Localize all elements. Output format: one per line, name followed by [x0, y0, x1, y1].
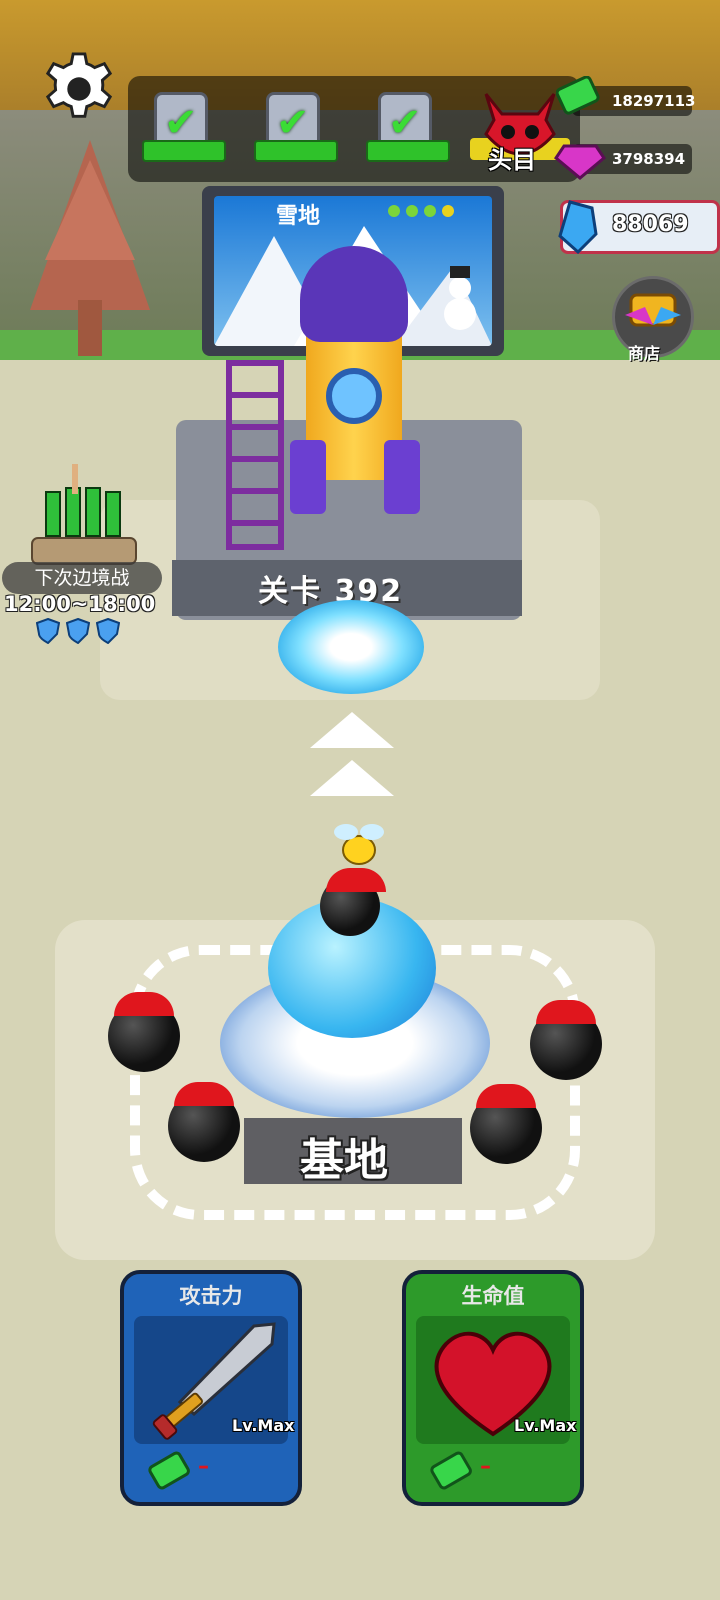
bomb-minion: [470, 1084, 542, 1164]
card-level: Lv.Max: [514, 1416, 577, 1435]
check-icon: ✔: [276, 100, 310, 146]
shop-label: 商店: [628, 344, 661, 363]
bomb-minion: [320, 868, 386, 936]
up-arrow-icon: [310, 712, 394, 748]
bee-pet-icon: [334, 824, 384, 865]
check-icon: ✔: [388, 100, 422, 146]
soldiers-icon[interactable]: [26, 458, 140, 566]
rocket-window: [326, 368, 382, 424]
launch-tower: [226, 360, 284, 550]
crystal-amount: 88069: [612, 212, 689, 237]
progress-dot: [388, 205, 400, 217]
progress-dot: [442, 205, 454, 217]
progress-dot: [424, 205, 436, 217]
level-portal[interactable]: [278, 600, 424, 694]
border-battle-label: 下次边境战: [2, 562, 162, 594]
chest-3[interactable]: ✔: [366, 92, 450, 170]
treasure-chest-icon: [625, 293, 681, 327]
card-cost: –: [480, 1454, 491, 1479]
card-title: 生命值: [461, 1284, 525, 1308]
gem-amount: 3798394: [612, 150, 686, 168]
up-arrow-icon: [310, 760, 394, 796]
card-title: 攻击力: [179, 1284, 243, 1308]
bomb-minion: [168, 1082, 240, 1162]
bomb-minion: [108, 992, 180, 1072]
shield-icon: [36, 618, 60, 644]
cash-amount: 18297113: [612, 92, 696, 110]
rocket-fin: [384, 440, 420, 514]
gem-icon: [554, 144, 606, 180]
chest-1[interactable]: ✔: [142, 92, 226, 170]
boss-label: 头目: [488, 146, 536, 174]
card-level: Lv.Max: [232, 1416, 295, 1435]
card-cost: –: [198, 1454, 209, 1479]
check-icon: ✔: [164, 100, 198, 146]
attack-upgrade-card[interactable]: 攻击力 Lv.Max –: [120, 1270, 302, 1506]
biome-title: 雪地: [276, 204, 321, 229]
cash-icon: [148, 1451, 190, 1490]
gear-icon[interactable]: [40, 50, 118, 128]
progress-dot: [406, 205, 418, 217]
shield-icon: [96, 618, 120, 644]
cash-icon: [430, 1451, 472, 1490]
border-battle-time: 12:00~18:00: [4, 592, 156, 616]
crystal-icon: [558, 200, 598, 254]
bomb-minion: [530, 1000, 602, 1080]
shield-icon: [66, 618, 90, 644]
chest-2[interactable]: ✔: [254, 92, 338, 170]
health-upgrade-card[interactable]: 生命值 Lv.Max –: [402, 1270, 584, 1506]
base-label: 基地: [300, 1135, 388, 1186]
cash-icon: [556, 76, 600, 115]
rocket-fin: [290, 440, 326, 514]
